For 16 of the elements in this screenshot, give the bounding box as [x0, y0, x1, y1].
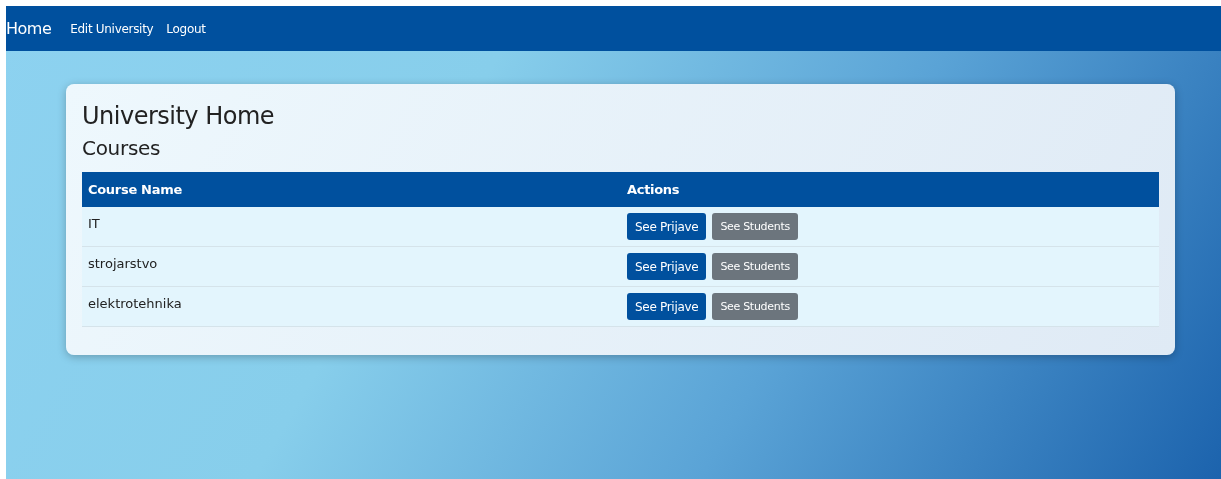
home-link[interactable]: Home: [6, 19, 52, 38]
see-students-button[interactable]: See Students: [712, 293, 798, 320]
table-cell: IT: [82, 207, 621, 247]
see-students-button[interactable]: See Students: [712, 253, 798, 280]
column-header: Actions: [621, 172, 1159, 207]
see-prijave-button[interactable]: See Prijave: [627, 293, 707, 320]
see-students-button[interactable]: See Students: [712, 213, 798, 240]
table-cell: strojarstvo: [82, 247, 621, 287]
nav-link[interactable]: Edit University: [70, 21, 154, 36]
column-header: Course Name: [82, 172, 621, 207]
nav-link[interactable]: Logout: [166, 21, 206, 36]
section-title: Courses: [82, 136, 162, 160]
see-prijave-button[interactable]: See Prijave: [627, 213, 707, 240]
see-prijave-button[interactable]: See Prijave: [627, 253, 707, 280]
page-title: University Home: [82, 102, 276, 130]
table-cell: elektrotehnika: [82, 287, 621, 327]
